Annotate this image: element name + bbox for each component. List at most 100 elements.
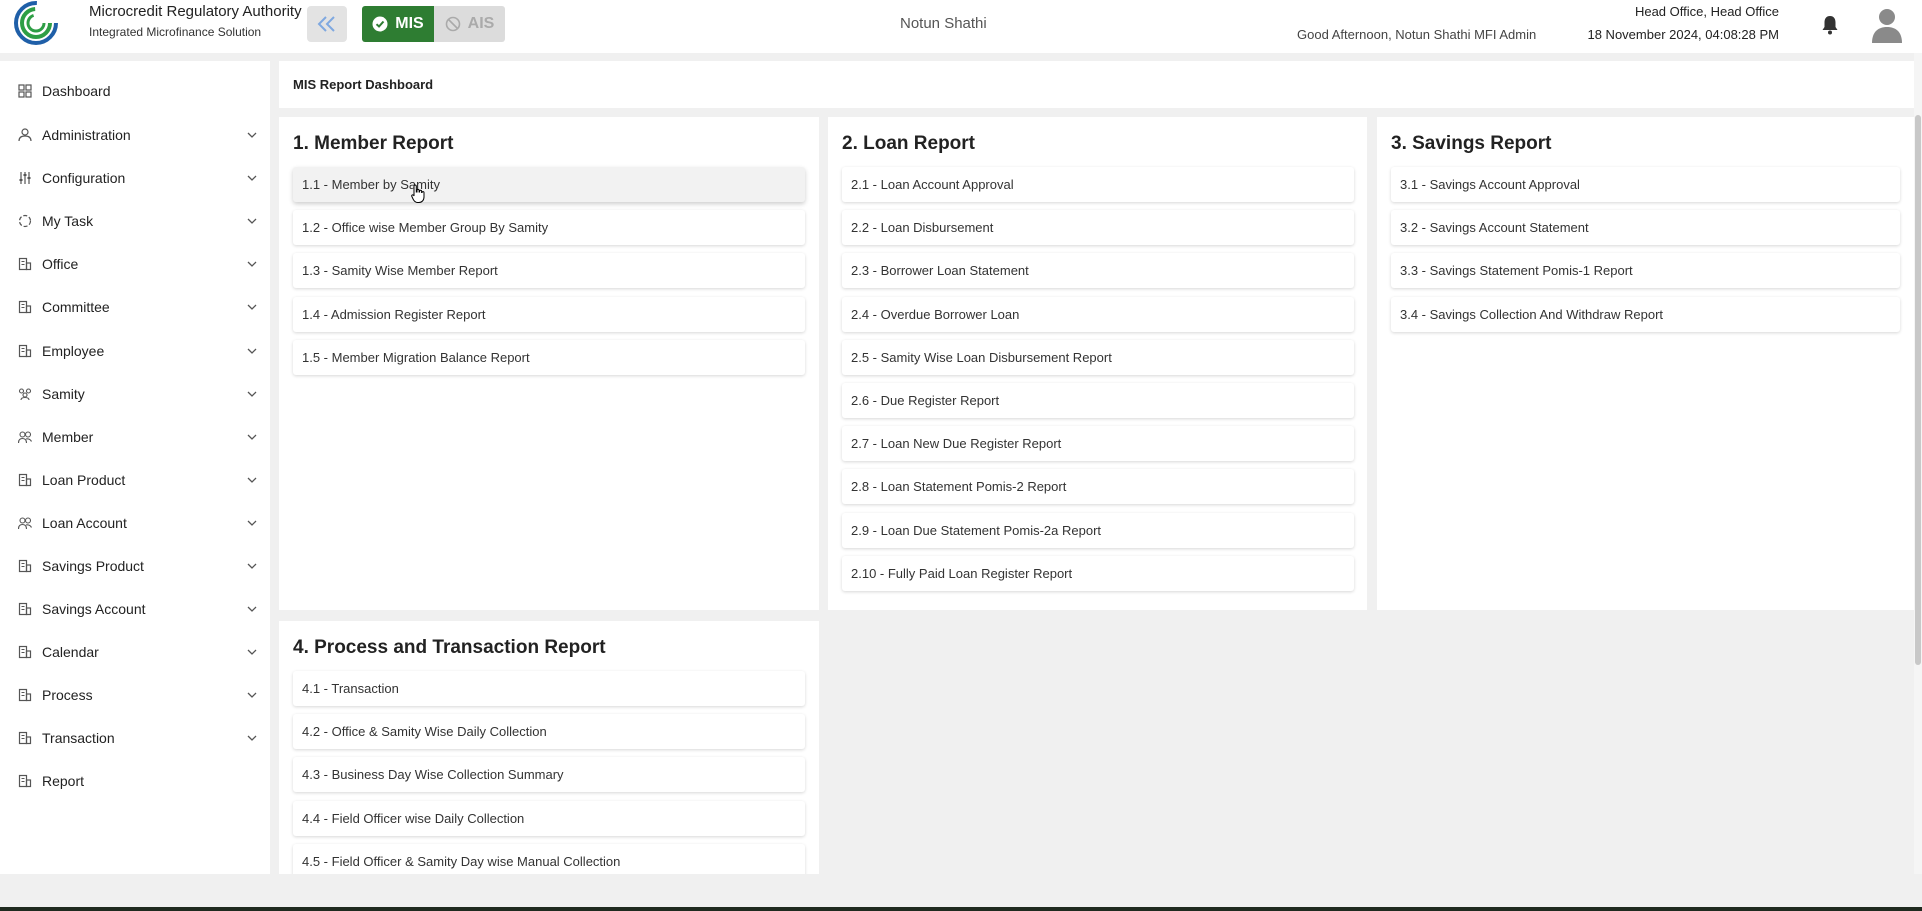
page-title: MIS Report Dashboard — [293, 77, 434, 92]
collapse-sidebar-button[interactable] — [307, 6, 347, 42]
sidebar-item-label: Process — [42, 687, 93, 703]
user-avatar-icon[interactable] — [1870, 6, 1904, 44]
sidebar-item-transaction[interactable]: Transaction — [0, 720, 270, 756]
report-link[interactable]: 1.5 - Member Migration Balance Report — [293, 340, 805, 375]
report-link[interactable]: 2.3 - Borrower Loan Statement — [842, 253, 1354, 288]
chevron-down-icon — [247, 606, 257, 612]
report-link[interactable]: 2.8 - Loan Statement Pomis-2 Report — [842, 469, 1354, 504]
sidebar-item-label: Loan Account — [42, 515, 127, 531]
bottom-bar — [0, 874, 1922, 911]
sidebar-item-label: Administration — [42, 127, 131, 143]
mis-label: MIS — [395, 15, 424, 32]
chevron-down-icon — [247, 391, 257, 397]
sidebar-item-office[interactable]: Office — [0, 246, 270, 282]
sidebar-item-savings-account[interactable]: Savings Account — [0, 591, 270, 627]
sidebar-item-committee[interactable]: Committee — [0, 289, 270, 325]
chevron-down-icon — [247, 735, 257, 741]
chevron-down-icon — [247, 132, 257, 138]
greeting-text: Good Afternoon, Notun Shathi MFI Admin — [1297, 27, 1537, 42]
sidebar-item-label: Savings Account — [42, 601, 146, 617]
sidebar-item-process[interactable]: Process — [0, 677, 270, 713]
building-icon — [18, 473, 32, 487]
sidebar-item-loan-product[interactable]: Loan Product — [0, 462, 270, 498]
sliders-icon — [19, 172, 31, 184]
notification-bell-icon[interactable] — [1820, 14, 1840, 36]
sidebar-item-label: Configuration — [42, 170, 126, 186]
section-title: 4. Process and Transaction Report — [293, 637, 606, 658]
users-icon — [18, 517, 32, 530]
sidebar-item-label: Samity — [42, 386, 85, 402]
task-icon — [18, 214, 32, 228]
sidebar: Dashboard Administration Configuration M… — [0, 61, 270, 874]
report-link[interactable]: 2.10 - Fully Paid Loan Register Report — [842, 556, 1354, 591]
report-link[interactable]: 4.4 - Field Officer wise Daily Collectio… — [293, 801, 805, 836]
sidebar-item-label: Dashboard — [42, 83, 111, 99]
building-icon — [18, 344, 32, 358]
chevron-down-icon — [247, 218, 257, 224]
sidebar-item-calendar[interactable]: Calendar — [0, 634, 270, 670]
sidebar-item-dashboard[interactable]: Dashboard — [0, 73, 270, 109]
office-name: Head Office, Head Office — [1634, 4, 1779, 19]
report-link[interactable]: 1.4 - Admission Register Report — [293, 297, 805, 332]
report-link[interactable]: 1.1 - Member by Samity — [293, 167, 805, 202]
mra-logo-icon — [14, 1, 58, 45]
sidebar-item-samity[interactable]: Samity — [0, 376, 270, 412]
report-link[interactable]: 4.5 - Field Officer & Samity Day wise Ma… — [293, 844, 805, 874]
group-icon — [18, 388, 32, 401]
report-link[interactable]: 2.5 - Samity Wise Loan Disbursement Repo… — [842, 340, 1354, 375]
report-link[interactable]: 2.4 - Overdue Borrower Loan — [842, 297, 1354, 332]
savings-report-card: 3. Savings Report 3.1 - Savings Account … — [1377, 117, 1914, 610]
chevron-down-icon — [247, 261, 257, 267]
sidebar-item-label: Committee — [42, 299, 110, 315]
sidebar-item-configuration[interactable]: Configuration — [0, 160, 270, 196]
report-link[interactable]: 4.3 - Business Day Wise Collection Summa… — [293, 757, 805, 792]
report-link[interactable]: 4.2 - Office & Samity Wise Daily Collect… — [293, 714, 805, 749]
sidebar-item-my-task[interactable]: My Task — [0, 203, 270, 239]
chevron-down-icon — [247, 563, 257, 569]
loan-report-card: 2. Loan Report 2.1 - Loan Account Approv… — [828, 117, 1367, 610]
report-link[interactable]: 3.3 - Savings Statement Pomis-1 Report — [1391, 253, 1900, 288]
sidebar-item-label: My Task — [42, 213, 94, 229]
top-header: Microcredit Regulatory Authority Integra… — [0, 0, 1922, 53]
report-link[interactable]: 2.1 - Loan Account Approval — [842, 167, 1354, 202]
sidebar-item-label: Loan Product — [42, 472, 126, 488]
ais-toggle-button[interactable]: AIS — [434, 6, 505, 42]
building-icon — [18, 774, 32, 788]
report-link[interactable]: 1.2 - Office wise Member Group By Samity — [293, 210, 805, 245]
chevron-down-icon — [247, 175, 257, 181]
building-icon — [18, 731, 32, 745]
users-icon — [18, 431, 32, 444]
building-icon — [18, 645, 32, 659]
report-link[interactable]: 1.3 - Samity Wise Member Report — [293, 253, 805, 288]
admin-icon — [18, 128, 32, 142]
report-link[interactable]: 2.7 - Loan New Due Register Report — [842, 426, 1354, 461]
double-chevron-left-icon — [317, 16, 335, 32]
report-link[interactable]: 3.1 - Savings Account Approval — [1391, 167, 1900, 202]
sidebar-item-employee[interactable]: Employee — [0, 333, 270, 369]
chevron-down-icon — [247, 434, 257, 440]
building-icon — [18, 559, 32, 573]
report-link[interactable]: 2.2 - Loan Disbursement — [842, 210, 1354, 245]
mis-toggle-button[interactable]: MIS — [362, 6, 434, 42]
taskbar-edge — [0, 907, 1922, 911]
scrollbar-thumb[interactable] — [1915, 115, 1921, 665]
sidebar-item-savings-product[interactable]: Savings Product — [0, 548, 270, 584]
sidebar-item-administration[interactable]: Administration — [0, 117, 270, 153]
building-icon — [18, 688, 32, 702]
building-icon — [18, 602, 32, 616]
sidebar-item-report[interactable]: Report — [0, 763, 270, 799]
report-link[interactable]: 2.6 - Due Register Report — [842, 383, 1354, 418]
chevron-down-icon — [247, 477, 257, 483]
report-link[interactable]: 3.4 - Savings Collection And Withdraw Re… — [1391, 297, 1900, 332]
report-link[interactable]: 3.2 - Savings Account Statement — [1391, 210, 1900, 245]
sidebar-item-label: Savings Product — [42, 558, 144, 574]
section-title: 1. Member Report — [293, 133, 454, 154]
building-icon — [18, 257, 32, 271]
sidebar-item-loan-account[interactable]: Loan Account — [0, 505, 270, 541]
report-link[interactable]: 2.9 - Loan Due Statement Pomis-2a Report — [842, 513, 1354, 548]
report-link[interactable]: 4.1 - Transaction — [293, 671, 805, 706]
current-datetime: 18 November 2024, 04:08:28 PM — [1587, 27, 1779, 42]
chevron-down-icon — [247, 304, 257, 310]
sidebar-item-member[interactable]: Member — [0, 419, 270, 455]
check-circle-icon — [372, 16, 388, 32]
